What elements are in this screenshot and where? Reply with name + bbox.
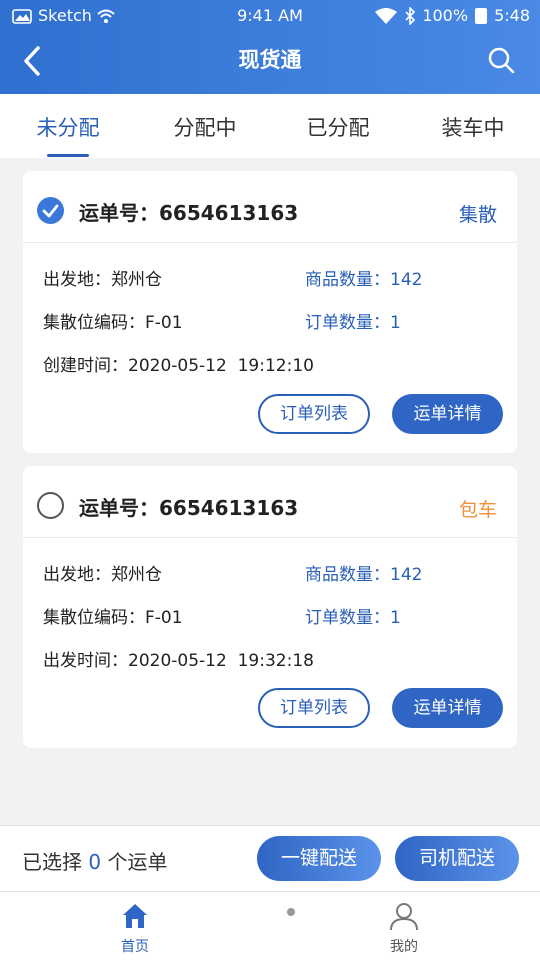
- waybill-card: 运单号：6654613163 集散 出发地：郑州仓 商品数量：142 集散位编码…: [23, 171, 517, 453]
- order-quantity-text: 订单数量：1: [305, 313, 401, 333]
- order-list-button[interactable]: 订单列表: [258, 394, 370, 434]
- tab-assigning[interactable]: 分配中: [145, 112, 265, 142]
- card-header: 运单号：6654613163 包车: [23, 466, 517, 538]
- app-header: Sketch 9:41 AM 100% 5:48 现货通: [0, 0, 540, 94]
- time-text: 创建时间：2020-05-12 19:12:10: [43, 356, 314, 376]
- goods-quantity-text: 商品数量：142: [305, 270, 423, 290]
- tab-loading[interactable]: 装车中: [413, 112, 533, 142]
- tab-assigned[interactable]: 已分配: [278, 112, 398, 142]
- origin-text: 出发地：郑州仓: [43, 565, 162, 585]
- select-checkbox[interactable]: [37, 197, 64, 224]
- waybill-detail-button[interactable]: 运单详情: [392, 394, 503, 434]
- selection-count: 0: [88, 850, 102, 874]
- tabbar-mine[interactable]: 我的: [364, 900, 444, 956]
- waybill-number: 运单号：6654613163: [79, 492, 298, 521]
- checkmark-icon: [42, 204, 59, 218]
- card-header: 运单号：6654613163 集散: [23, 171, 517, 243]
- one-click-dispatch-button[interactable]: 一键配送: [257, 836, 381, 881]
- origin-text: 出发地：郑州仓: [43, 270, 162, 290]
- waybill-number: 运单号：6654613163: [79, 197, 298, 226]
- selection-summary: 已选择 0 个运单: [22, 846, 167, 875]
- waybill-type-tag: 集散: [458, 204, 497, 226]
- select-checkbox[interactable]: [37, 492, 64, 519]
- battery-label: 100%: [422, 6, 469, 25]
- waybill-value: 6654613163: [159, 496, 299, 520]
- waybill-label: 运单号：: [79, 201, 159, 225]
- driver-dispatch-button[interactable]: 司机配送: [395, 836, 519, 881]
- search-button[interactable]: [486, 45, 516, 75]
- active-tab-indicator: [47, 154, 89, 157]
- home-icon: [119, 900, 151, 932]
- tab-unassigned[interactable]: 未分配: [8, 112, 128, 142]
- wifi-strong-icon: [375, 7, 398, 24]
- waybill-label: 运单号：: [79, 496, 159, 520]
- tabbar-home-label: 首页: [121, 939, 149, 955]
- waybill-detail-button[interactable]: 运单详情: [392, 688, 503, 728]
- status-tabs: 未分配 分配中 已分配 装车中: [0, 94, 540, 158]
- order-quantity-text: 订单数量：1: [305, 608, 401, 628]
- goods-quantity-text: 商品数量：142: [305, 565, 423, 585]
- hub-code-text: 集散位编码：F-01: [43, 313, 183, 333]
- waybill-type-tag: 包车: [458, 499, 497, 521]
- order-list-button[interactable]: 订单列表: [258, 688, 370, 728]
- time-text: 出发时间：2020-05-12 19:32:18: [43, 651, 314, 671]
- waybill-card: 运单号：6654613163 包车 出发地：郑州仓 商品数量：142 集散位编码…: [23, 466, 517, 748]
- tabbar-mine-label: 我的: [390, 939, 418, 955]
- user-icon: [388, 900, 420, 932]
- page-title: 现货通: [238, 48, 302, 72]
- selection-suffix: 个运单: [101, 850, 168, 874]
- bottom-tab-bar: 首页 我的: [0, 891, 540, 960]
- search-icon: [488, 47, 515, 74]
- waybill-value: 6654613163: [159, 201, 299, 225]
- status-right: 100% 5:48: [374, 6, 530, 25]
- phone-icon: [475, 7, 488, 24]
- selection-action-bar: 已选择 0 个运单 一键配送 司机配送: [0, 825, 540, 891]
- selection-prefix: 已选择: [22, 850, 89, 874]
- status-bar: Sketch 9:41 AM 100% 5:48: [0, 0, 540, 32]
- bluetooth-icon: [405, 6, 416, 25]
- hub-code-text: 集散位编码：F-01: [43, 608, 183, 628]
- tabbar-home[interactable]: 首页: [95, 900, 175, 956]
- page-indicator-dot: [287, 908, 295, 916]
- clock-label: 5:48: [494, 6, 530, 25]
